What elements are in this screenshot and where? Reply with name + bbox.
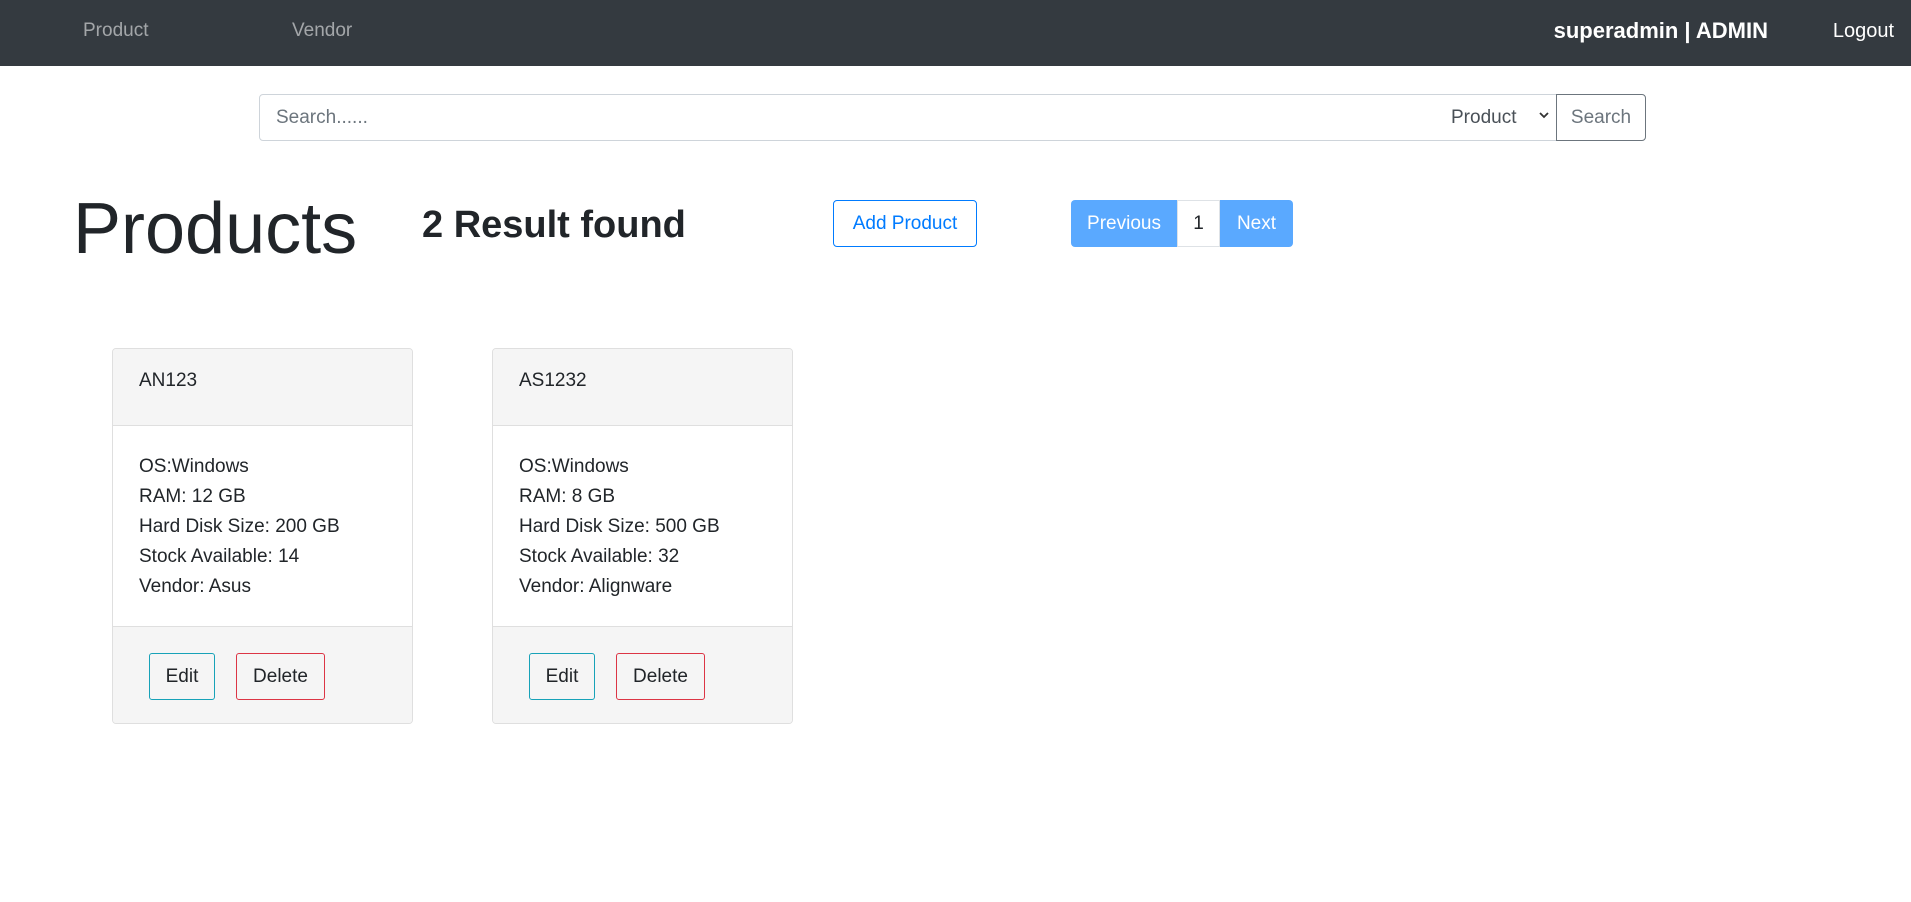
- top-navbar: Product Vendor superadmin | ADMIN Logout: [0, 0, 1911, 66]
- product-hard-disk: Hard Disk Size: 200 GB: [139, 516, 340, 537]
- product-stock: Stock Available: 32: [519, 546, 680, 567]
- page-title: Products: [73, 189, 358, 269]
- pagination-next-button[interactable]: Next: [1220, 200, 1293, 247]
- product-ram: RAM: 8 GB: [519, 486, 616, 507]
- product-card-details: OS:Windows RAM: 12 GB Hard Disk Size: 20…: [113, 426, 412, 626]
- search-button[interactable]: Search: [1556, 94, 1646, 141]
- search-type-selected-value: Product: [1451, 106, 1517, 128]
- edit-product-button[interactable]: Edit: [149, 653, 215, 700]
- search-input[interactable]: [259, 94, 1432, 141]
- product-stock: Stock Available: 14: [139, 546, 300, 567]
- chevron-down-icon: [1539, 112, 1549, 119]
- search-type-select[interactable]: Product: [1431, 94, 1557, 141]
- product-card-title: AN123: [113, 349, 412, 426]
- product-card: AN123 OS:Windows RAM: 12 GB Hard Disk Si…: [112, 348, 413, 724]
- product-card-details: OS:Windows RAM: 8 GB Hard Disk Size: 500…: [493, 426, 792, 626]
- nav-link-vendor[interactable]: Vendor: [292, 20, 352, 42]
- delete-product-button[interactable]: Delete: [236, 653, 325, 700]
- delete-product-button[interactable]: Delete: [616, 653, 705, 700]
- product-vendor: Vendor: Alignware: [519, 576, 673, 597]
- product-os: OS:Windows: [139, 456, 249, 477]
- result-count: 2 Result found: [422, 204, 686, 246]
- add-product-button[interactable]: Add Product: [833, 200, 977, 247]
- pagination-page-1[interactable]: 1: [1177, 200, 1220, 247]
- current-user-label: superadmin | ADMIN: [1553, 18, 1768, 43]
- product-card-title: AS1232: [493, 349, 792, 426]
- edit-product-button[interactable]: Edit: [529, 653, 595, 700]
- product-os: OS:Windows: [519, 456, 629, 477]
- logout-link[interactable]: Logout: [1833, 20, 1894, 43]
- pagination-previous-button[interactable]: Previous: [1071, 200, 1177, 247]
- nav-link-product[interactable]: Product: [83, 20, 148, 42]
- product-hard-disk: Hard Disk Size: 500 GB: [519, 516, 720, 537]
- pagination: Previous 1 Next: [1071, 200, 1293, 247]
- product-vendor: Vendor: Asus: [139, 576, 251, 597]
- product-card-actions: Edit Delete: [493, 626, 792, 723]
- product-card-actions: Edit Delete: [113, 626, 412, 723]
- product-ram: RAM: 12 GB: [139, 486, 246, 507]
- product-card: AS1232 OS:Windows RAM: 8 GB Hard Disk Si…: [492, 348, 793, 724]
